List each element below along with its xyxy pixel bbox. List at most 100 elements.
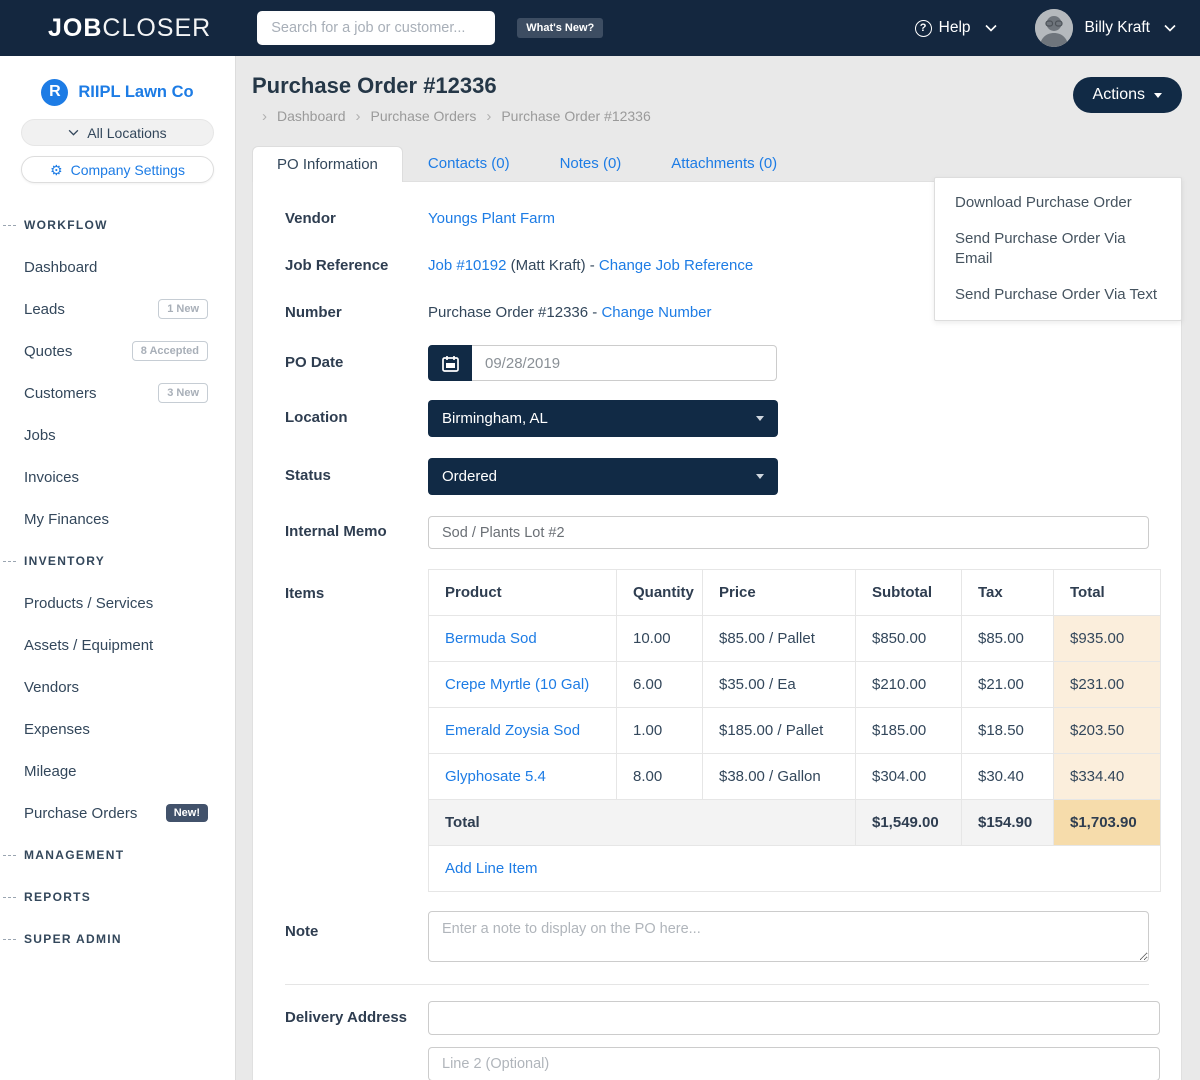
breadcrumb-link[interactable]: Dashboard bbox=[252, 108, 346, 125]
sidebar-item[interactable]: Invoices bbox=[0, 456, 235, 498]
internal-memo-input[interactable] bbox=[428, 516, 1149, 549]
sidebar-item[interactable]: Jobs bbox=[0, 414, 235, 456]
po-date-input[interactable] bbox=[472, 345, 777, 381]
total-cell: $334.40 bbox=[1054, 754, 1161, 800]
location-filter-select[interactable]: All Locations bbox=[21, 119, 214, 146]
tax-cell: $18.50 bbox=[962, 708, 1054, 754]
subtotal-cell: $210.00 bbox=[856, 662, 962, 708]
table-row: Bermuda Sod 10.00 $85.00 / Pallet $850.0… bbox=[429, 616, 1161, 662]
note-row: Note bbox=[285, 911, 1149, 962]
company-logo: R bbox=[41, 79, 68, 106]
user-name[interactable]: Billy Kraft bbox=[1085, 19, 1150, 37]
items-table-column-header: Quantity bbox=[617, 570, 703, 616]
subtotal-cell: $185.00 bbox=[856, 708, 962, 754]
sidebar-item[interactable]: My Finances bbox=[0, 498, 235, 540]
section-dash-icon bbox=[3, 561, 16, 562]
sidebar-item-label: Leads bbox=[24, 301, 65, 318]
actions-menu-item[interactable]: Send Purchase Order Via Email bbox=[935, 221, 1181, 277]
tab[interactable]: Attachments (0) bbox=[646, 145, 802, 181]
delivery-address-line1-input[interactable] bbox=[428, 1001, 1160, 1035]
note-textarea[interactable] bbox=[428, 911, 1149, 962]
sidebar-item: WORKFLOW bbox=[0, 204, 235, 246]
user-chevron-down-icon[interactable] bbox=[1164, 24, 1176, 32]
breadcrumb-link[interactable]: Purchase Order #12336 bbox=[476, 108, 650, 125]
sidebar-item-label: Products / Services bbox=[24, 595, 153, 612]
total-cell: $935.00 bbox=[1054, 616, 1161, 662]
gear-icon: ⚙ bbox=[50, 163, 63, 177]
price-cell: $185.00 / Pallet bbox=[703, 708, 856, 754]
sidebar-item[interactable]: Purchase Orders New! bbox=[0, 792, 235, 834]
company-name: RIIPL Lawn Co bbox=[78, 83, 193, 102]
status-badge: New! bbox=[166, 804, 208, 822]
sidebar-item[interactable]: Products / Services bbox=[0, 582, 235, 624]
price-cell: $38.00 / Gallon bbox=[703, 754, 856, 800]
page-title: Purchase Order #12336 bbox=[252, 73, 1182, 99]
vendor-link[interactable]: Youngs Plant Farm bbox=[428, 210, 555, 227]
sidebar-item-label: Purchase Orders bbox=[24, 805, 137, 822]
subtotal-cell: $850.00 bbox=[856, 616, 962, 662]
sidebar-item[interactable]: Dashboard bbox=[0, 246, 235, 288]
chevron-down-icon bbox=[68, 129, 79, 136]
tab[interactable]: PO Information bbox=[252, 146, 403, 182]
change-job-reference-link[interactable]: Change Job Reference bbox=[599, 257, 753, 274]
avatar[interactable] bbox=[1035, 9, 1073, 47]
section-dash-icon bbox=[3, 939, 16, 940]
items-row: Items ProductQuantityPriceSubtotalTaxTot… bbox=[285, 569, 1149, 892]
tab-bar: PO Information Contacts (0) Notes (0) At… bbox=[252, 145, 1182, 181]
company-settings-button[interactable]: ⚙ Company Settings bbox=[21, 156, 214, 183]
company-switcher[interactable]: R RIIPL Lawn Co bbox=[0, 75, 235, 109]
sidebar-item: INVENTORY bbox=[0, 540, 235, 582]
status-badge: 8 Accepted bbox=[132, 341, 208, 361]
delivery-address-row: Delivery Address bbox=[285, 1001, 1149, 1080]
caret-down-icon bbox=[756, 474, 764, 479]
sidebar-item-label: WORKFLOW bbox=[24, 218, 108, 232]
sidebar-item-label: Dashboard bbox=[24, 259, 97, 276]
status-select[interactable]: Ordered bbox=[428, 458, 778, 495]
app-logo[interactable]: JOBCLOSER bbox=[48, 14, 211, 43]
calendar-button[interactable] bbox=[428, 345, 472, 381]
job-link[interactable]: Job #10192 bbox=[428, 257, 506, 274]
logo-light: CLOSER bbox=[102, 14, 211, 42]
sidebar-item: REPORTS bbox=[0, 876, 235, 918]
totals-tax: $154.90 bbox=[962, 800, 1054, 846]
delivery-address-line2-input[interactable] bbox=[428, 1047, 1160, 1080]
status-label: Status bbox=[285, 458, 428, 495]
product-link[interactable]: Bermuda Sod bbox=[445, 630, 537, 647]
sidebar-item[interactable]: Quotes 8 Accepted bbox=[0, 330, 235, 372]
job-reference-text: (Matt Kraft) - bbox=[511, 257, 595, 274]
sidebar-item[interactable]: Expenses bbox=[0, 708, 235, 750]
items-label: Items bbox=[285, 569, 428, 892]
change-number-link[interactable]: Change Number bbox=[601, 304, 711, 321]
breadcrumb-link[interactable]: Purchase Orders bbox=[346, 108, 477, 125]
whats-new-button[interactable]: What's New? bbox=[517, 18, 603, 38]
sidebar-item[interactable]: Vendors bbox=[0, 666, 235, 708]
sidebar-item[interactable]: Assets / Equipment bbox=[0, 624, 235, 666]
sidebar-item[interactable]: Leads 1 New bbox=[0, 288, 235, 330]
sidebar-item[interactable]: Customers 3 New bbox=[0, 372, 235, 414]
location-label: Location bbox=[285, 400, 428, 437]
actions-menu-item[interactable]: Download Purchase Order bbox=[935, 185, 1181, 221]
status-row: Status Ordered bbox=[285, 458, 1149, 495]
tab[interactable]: Contacts (0) bbox=[403, 145, 535, 181]
number-label: Number bbox=[285, 302, 428, 321]
actions-button[interactable]: Actions bbox=[1073, 77, 1182, 113]
internal-memo-label: Internal Memo bbox=[285, 516, 428, 549]
table-row: Emerald Zoysia Sod 1.00 $185.00 / Pallet… bbox=[429, 708, 1161, 754]
location-select[interactable]: Birmingham, AL bbox=[428, 400, 778, 437]
total-cell: $203.50 bbox=[1054, 708, 1161, 754]
tax-cell: $85.00 bbox=[962, 616, 1054, 662]
tab[interactable]: Notes (0) bbox=[535, 145, 647, 181]
totals-label: Total bbox=[429, 800, 856, 846]
section-dash-icon bbox=[3, 225, 16, 226]
product-link[interactable]: Glyphosate 5.4 bbox=[445, 768, 546, 785]
sidebar-item[interactable]: Mileage bbox=[0, 750, 235, 792]
product-link[interactable]: Emerald Zoysia Sod bbox=[445, 722, 580, 739]
help-menu[interactable]: ? Help bbox=[915, 19, 997, 37]
actions-menu-item[interactable]: Send Purchase Order Via Text bbox=[935, 277, 1181, 313]
add-line-item-link[interactable]: Add Line Item bbox=[445, 860, 538, 877]
sidebar-item-label: Quotes bbox=[24, 343, 72, 360]
search-input[interactable] bbox=[257, 11, 495, 45]
internal-memo-row: Internal Memo bbox=[285, 516, 1149, 549]
sidebar-item-label: My Finances bbox=[24, 511, 109, 528]
product-link[interactable]: Crepe Myrtle (10 Gal) bbox=[445, 676, 589, 693]
